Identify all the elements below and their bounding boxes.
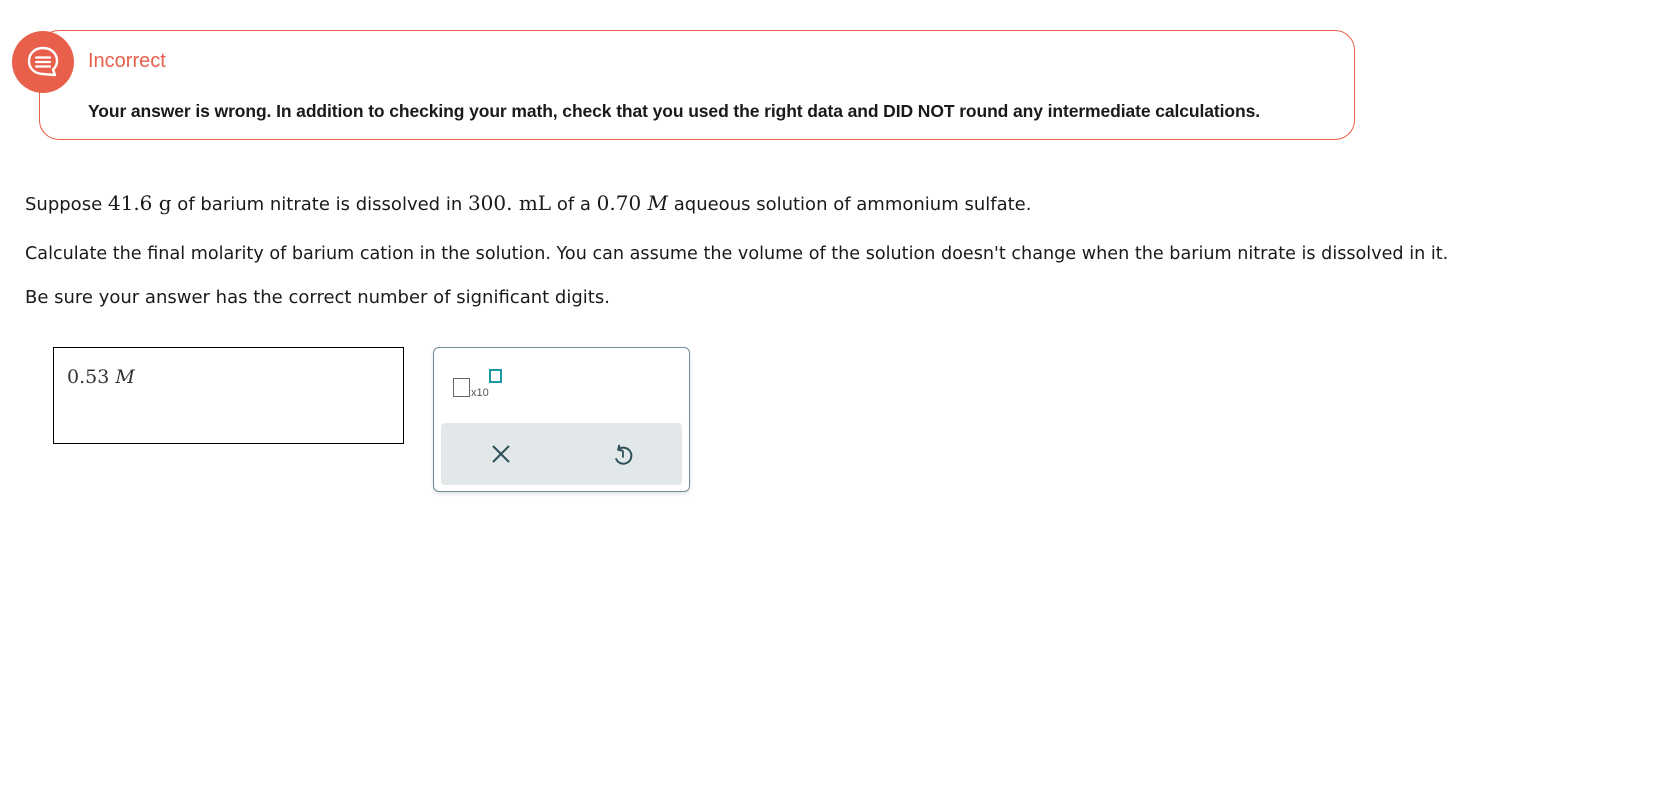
tool-palette: x10 [433, 347, 690, 492]
mass-unit: g [158, 191, 172, 215]
concentration-value: 0.70 [596, 191, 642, 215]
question-statement: Suppose 41.6 g of barium nitrate is diss… [25, 191, 1031, 215]
question-text: Suppose [25, 194, 108, 215]
feedback-message: Your answer is wrong. In addition to che… [88, 101, 1260, 121]
feedback-chat-icon [12, 31, 74, 93]
question-instruction: Calculate the final molarity of barium c… [25, 244, 1449, 264]
undo-icon [615, 444, 633, 465]
close-icon [492, 445, 510, 463]
feedback-banner [39, 30, 1355, 140]
mass-value: 41.6 [107, 191, 153, 215]
volume-value: 300. [467, 191, 513, 215]
question-text: of barium nitrate is dissolved in [171, 194, 468, 215]
question-text: of a [551, 194, 597, 215]
answer-value-display: 0.53 M [67, 366, 135, 388]
scientific-notation-icon [453, 378, 470, 397]
clear-button[interactable] [441, 423, 561, 485]
exponent-placeholder-icon [489, 369, 502, 383]
scientific-notation-button[interactable]: x10 [452, 368, 506, 402]
undo-button[interactable] [562, 423, 682, 485]
sig-figs-instruction: Be sure your answer has the correct numb… [25, 287, 610, 308]
answer-input[interactable]: 0.53 M [53, 347, 404, 444]
feedback-status: Incorrect [88, 50, 166, 72]
question-text: aqueous solution of ammonium sulfate. [668, 194, 1032, 215]
action-bar [441, 423, 682, 485]
answer-unit: M [115, 366, 135, 388]
volume-unit: mL [518, 191, 552, 215]
concentration-unit: M [647, 191, 669, 215]
answer-value: 0.53 [67, 366, 110, 388]
scientific-notation-label: x10 [471, 387, 489, 399]
